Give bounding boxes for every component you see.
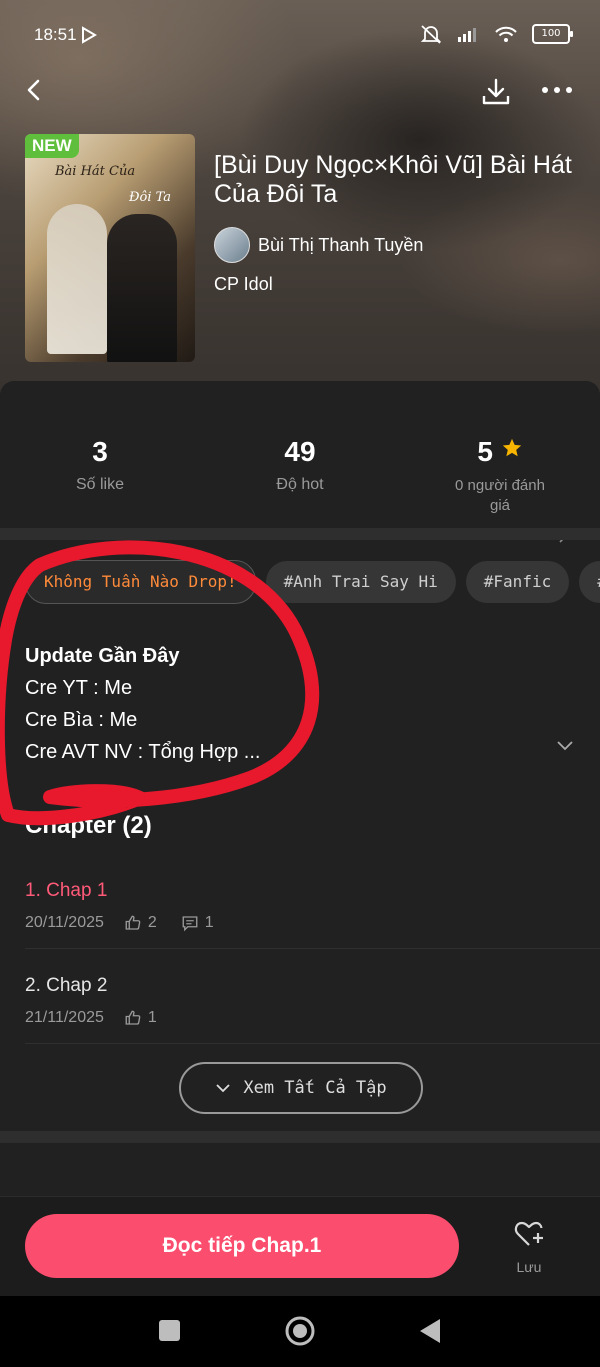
description-line: Cre AVT NV : Tổng Hợp ...: [25, 741, 261, 763]
bell-muted-icon: [420, 25, 442, 44]
book-cover[interactable]: Bài Hát Của Đôi Ta: [25, 134, 195, 362]
chevron-down-icon[interactable]: [556, 740, 574, 752]
status-bar: 18:51 100: [0, 0, 600, 72]
cover-figure-left: [47, 204, 107, 354]
likes-label: Số like: [75, 476, 125, 493]
tag-list: Không Tuần Nào Drop! #Anh Trai Say Hi #Fan…: [25, 560, 600, 604]
rating-label: 0 người đánh giá: [455, 477, 545, 514]
continue-reading-button[interactable]: Đọc tiếp Chap.1: [25, 1214, 459, 1278]
book-title: [Bùi Duy Ngọc×Khôi Vũ] Bài Hát Của Đôi T…: [214, 151, 572, 208]
new-badge: NEW: [25, 134, 79, 158]
author-avatar[interactable]: [214, 227, 250, 263]
download-icon[interactable]: [480, 76, 512, 108]
chapter-date: 21/11/2025: [25, 1009, 104, 1026]
status-time: 18:51: [34, 25, 77, 44]
description: Update Gần Đây Cre YT : Me Cre Bìa : Me …: [25, 640, 260, 768]
system-nav-bar: [0, 1296, 600, 1367]
chapter-title[interactable]: 1. Chap 1: [25, 880, 600, 902]
chapter-row[interactable]: 1. Chap 1 20/11/2025 2 1: [25, 854, 600, 949]
chapter-meta: 20/11/2025 2 1: [25, 914, 600, 932]
stat-likes: 3 Số like: [0, 436, 200, 494]
heart-plus-icon: [514, 1221, 543, 1246]
home-button[interactable]: [284, 1315, 316, 1347]
see-all-label: Xem Tất Cả Tập: [243, 1078, 387, 1098]
battery-indicator: 100: [532, 24, 573, 44]
chapter-likes: 1: [147, 1009, 157, 1026]
cover-title-line1: Bài Hát Của: [55, 164, 136, 179]
tag-item[interactable]: #Fanfic: [465, 561, 570, 603]
tag-item[interactable]: #Ngọc: [579, 561, 600, 603]
chapter-meta: 21/11/2025 1: [25, 1009, 600, 1027]
star-icon: [502, 438, 521, 457]
play-store-icon: [82, 26, 97, 44]
hot-value: 49: [284, 436, 316, 467]
chapter-header: Chapter (2): [25, 812, 152, 839]
tag-item[interactable]: #Anh Trai Say Hi: [265, 561, 456, 603]
stat-hot: 49 Độ hot: [200, 436, 400, 494]
thumbs-up-icon: [125, 1010, 141, 1025]
see-all-chapters-button[interactable]: Xem Tất Cả Tập: [179, 1062, 423, 1114]
thumbs-up-icon: [125, 915, 141, 930]
chevron-down-icon: [216, 1084, 230, 1093]
section-divider: [0, 528, 600, 540]
description-line: Cre YT : Me: [25, 677, 133, 699]
chapter-date: 20/11/2025: [25, 914, 104, 931]
cover-title-line2: Đôi Ta: [129, 190, 172, 205]
save-button[interactable]: Lưu: [506, 1219, 552, 1275]
chapter-likes: 2: [147, 914, 157, 931]
back-button[interactable]: [418, 1317, 442, 1345]
rating-row: 5: [400, 436, 600, 468]
description-line: Cre Bìa : Me: [25, 709, 138, 731]
chapter-row[interactable]: 2. Chap 2 21/11/2025 1: [25, 949, 600, 1044]
stat-rating[interactable]: 5 0 người đánh giá: [400, 436, 600, 543]
likes-value: 3: [92, 436, 108, 467]
chapter-comments: 1: [204, 914, 214, 931]
rating-value: 5: [477, 436, 493, 467]
bottom-action-bar: Đọc tiếp Chap.1 Lưu: [0, 1196, 600, 1297]
back-arrow-icon[interactable]: [22, 78, 46, 102]
save-label: Lưu: [516, 1259, 542, 1275]
wifi-icon: [495, 26, 517, 42]
chapter-title[interactable]: 2. Chap 2: [25, 975, 600, 997]
hot-label: Độ hot: [276, 476, 324, 493]
description-heading: Update Gần Đây: [25, 645, 180, 667]
author-row[interactable]: Bùi Thị Thanh Tuyền: [214, 227, 423, 263]
signal-icon: [458, 28, 476, 42]
cover-figure-right: [107, 214, 177, 362]
section-divider: [0, 1131, 600, 1143]
more-options-icon[interactable]: [540, 80, 574, 100]
stats-row: 3 Số like 49 Độ hot 5 0 người đánh giá: [0, 398, 600, 543]
tag-item[interactable]: Không Tuần Nào Drop!: [25, 560, 256, 604]
recent-apps-button[interactable]: [159, 1320, 180, 1341]
author-name[interactable]: Bùi Thị Thanh Tuyền: [258, 235, 423, 256]
top-bar: [0, 70, 600, 114]
comment-icon: [182, 916, 198, 932]
book-category[interactable]: CP Idol: [214, 274, 273, 295]
